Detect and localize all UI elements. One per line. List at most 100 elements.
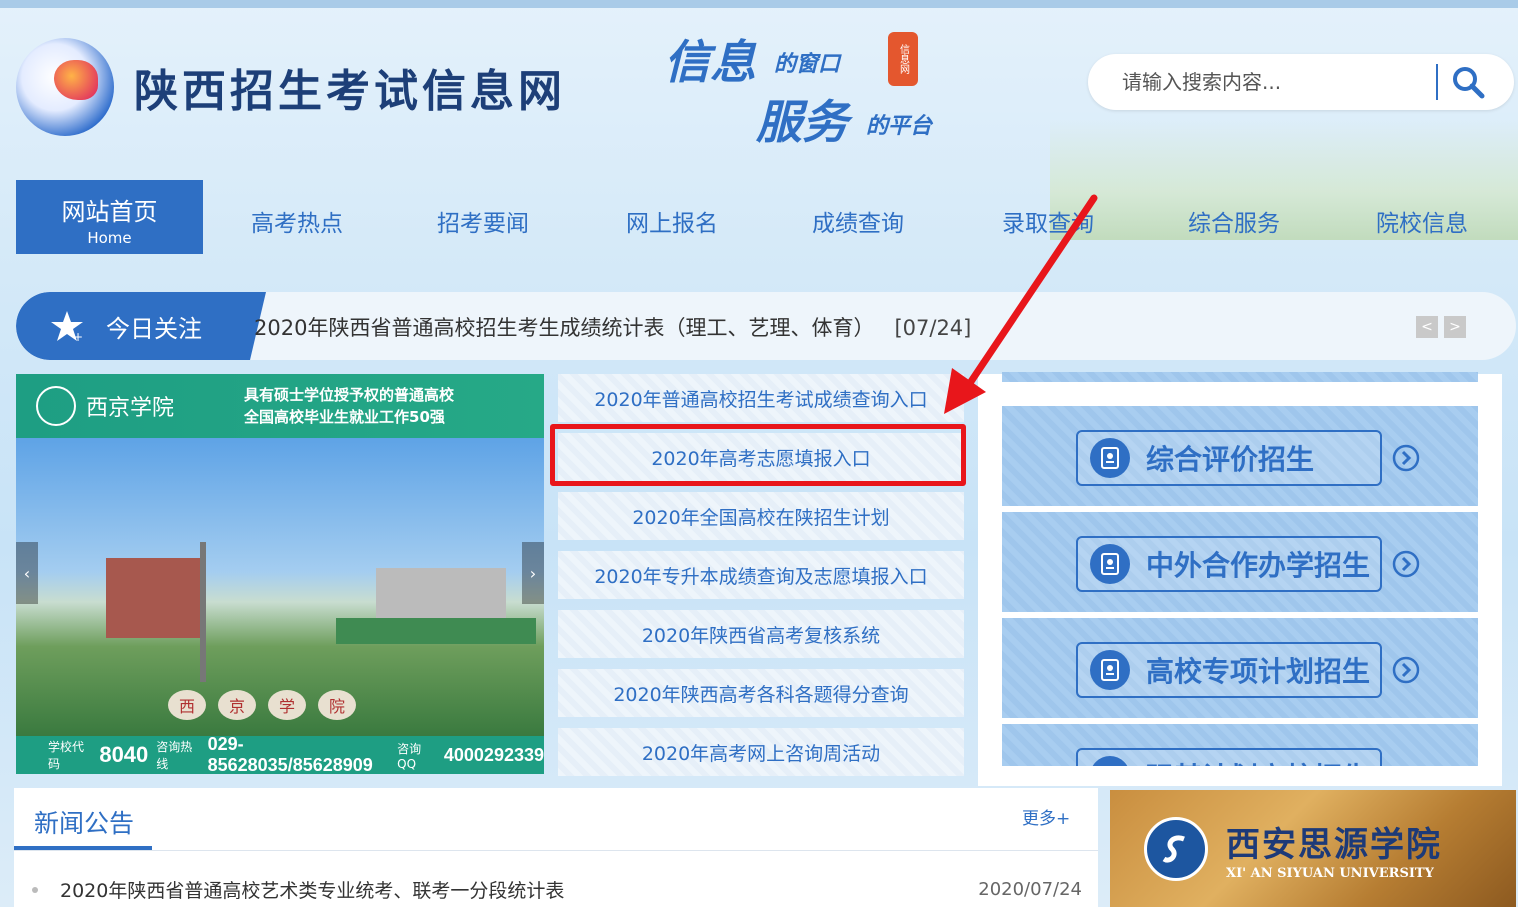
nav-item-news[interactable]: 招考要闻: [437, 204, 529, 238]
banner-qq-label: 咨询QQ: [397, 741, 422, 771]
panel-item-strong-base: 强基计划高校招生: [1002, 724, 1478, 766]
ticker-arrows: < >: [1416, 316, 1466, 338]
ticker-headline-text: 2020年陕西省普通高校招生考生成绩统计表（理工、艺理、体育）: [254, 316, 875, 340]
banner-header: 西京学院 具有硕士学位授予权的普通高校 全国高校毕业生就业工作50强: [16, 374, 544, 438]
quick-link-volunteer-entry[interactable]: 2020年高考志愿填报入口: [558, 433, 964, 481]
banner-slogan-line2: 全国高校毕业生就业工作50强: [244, 408, 445, 426]
nav-item-gaokao-hot[interactable]: 高考热点: [251, 204, 343, 238]
sign-char: 学: [268, 690, 306, 720]
panel-top-strip: [1002, 372, 1478, 382]
sino-foreign-label: 中外合作办学招生: [1146, 549, 1371, 582]
quick-link-score-query[interactable]: 2020年普通高校招生考试成绩查询入口: [558, 374, 964, 422]
panel-item-comprehensive: 综合评价招生: [1002, 406, 1478, 506]
search-button[interactable]: [1438, 54, 1498, 110]
search-box: [1088, 54, 1514, 110]
news-item[interactable]: 2020年陕西省普通高校艺术类专业统考、联考一分段统计表 2020/07/24: [32, 876, 1082, 903]
main-nav: 网站首页 Home 高考热点 招考要闻 网上报名 成绩查询 录取查询 综合服务 …: [0, 180, 1518, 254]
special-plan-label: 高校专项计划招生: [1146, 655, 1371, 688]
nav-item-scores[interactable]: 成绩查询: [812, 204, 904, 238]
star-icon: +: [51, 311, 83, 343]
ad-text: 西安思源学院 XI' AN SIYUAN UNIVERSITY: [1226, 817, 1442, 881]
nav-item-registration[interactable]: 网上报名: [626, 204, 718, 238]
ticker-next-button[interactable]: >: [1444, 316, 1466, 338]
nav-home[interactable]: 网站首页 Home: [16, 180, 203, 254]
nav-home-en: Home: [87, 229, 132, 247]
search-icon: [1453, 67, 1485, 99]
campus-building: [106, 558, 206, 638]
sign-char: 西: [168, 690, 206, 720]
nav-home-cn: 网站首页: [61, 198, 158, 226]
banner-contact-bar: 学校代码 8040 咨询热线 029-85628035/85628909 咨询Q…: [16, 734, 544, 774]
ticker-label: 今日关注: [106, 314, 202, 343]
ticker-date: [07/24]: [894, 316, 972, 340]
special-plan-button[interactable]: 高校专项计划招生: [1076, 642, 1382, 698]
sino-foreign-button[interactable]: 中外合作办学招生: [1076, 536, 1382, 592]
ad-university-name-en: XI' AN SIYUAN UNIVERSITY: [1226, 865, 1434, 881]
banner-prev-button[interactable]: ‹: [16, 542, 38, 604]
banner-hotline-value: 029-85628035/85628909: [207, 734, 373, 774]
bullet-icon: [32, 886, 38, 893]
comprehensive-eval-label: 综合评价招生: [1146, 443, 1315, 476]
document-icon: [1090, 438, 1130, 478]
slogan-big1: 信息: [664, 35, 756, 89]
site-logo[interactable]: 陕西招生考试信息网: [16, 38, 566, 136]
special-enrollment-panel: 综合评价招生 中外合作办学招生 高校专项计划招生 强基计划高校招生: [978, 372, 1502, 786]
campus-building-2: [376, 568, 506, 618]
nav-item-services[interactable]: 综合服务: [1188, 204, 1280, 238]
comprehensive-eval-button[interactable]: 综合评价招生: [1076, 430, 1382, 486]
campus-tower: [200, 542, 206, 682]
banner-code-value: 8040: [99, 742, 149, 767]
quick-link-consult-week[interactable]: 2020年高考网上咨询周活动: [558, 728, 964, 776]
sign-char: 院: [318, 690, 356, 720]
quick-link-subject-scores[interactable]: 2020年陕西高考各科各题得分查询: [558, 669, 964, 717]
siyuan-university-ad[interactable]: 西安思源学院 XI' AN SIYUAN UNIVERSITY: [1110, 790, 1516, 907]
slogan-small1: 的窗口: [774, 51, 841, 77]
banner-campus-image: 西 京 学 院: [16, 438, 544, 736]
circle-arrow-right-icon: [1392, 550, 1420, 578]
nav-item-colleges[interactable]: 院校信息: [1376, 204, 1468, 238]
banner-next-button[interactable]: ›: [522, 542, 544, 604]
panel-item-sino-foreign: 中外合作办学招生: [1002, 512, 1478, 612]
banner-school-name: 西京学院: [86, 396, 175, 421]
campus-stadium: [336, 618, 536, 644]
ticker-prev-button[interactable]: <: [1416, 316, 1438, 338]
banner-hotline-label: 咨询热线: [156, 740, 193, 771]
search-input[interactable]: [1122, 70, 1422, 94]
circle-arrow-right-icon: [1392, 656, 1420, 684]
strong-base-button[interactable]: 强基计划高校招生: [1076, 748, 1382, 766]
document-icon: [1090, 544, 1130, 584]
quick-link-enrollment-plan[interactable]: 2020年全国高校在陕招生计划: [558, 492, 964, 540]
news-item-title: 2020年陕西省普通高校艺术类专业统考、联考一分段统计表: [60, 880, 565, 902]
ticker-headline[interactable]: 2020年陕西省普通高校招生考生成绩统计表（理工、艺理、体育） [07/24]: [254, 312, 971, 342]
banner-qq-value: 4000292339: [443, 744, 544, 765]
svg-text:+: +: [73, 330, 83, 343]
quick-link-review-system[interactable]: 2020年陕西省高考复核系统: [558, 610, 964, 658]
today-focus-ticker: + 今日关注 2020年陕西省普通高校招生考生成绩统计表（理工、艺理、体育） [0…: [16, 292, 1516, 360]
quick-link-zhuanshengben[interactable]: 2020年专升本成绩查询及志愿填报入口: [558, 551, 964, 599]
news-more-link[interactable]: 更多+: [1022, 804, 1070, 829]
university-emblem-icon: [1144, 816, 1208, 881]
strong-base-label: 强基计划高校招生: [1146, 756, 1370, 766]
ticker-label-tag: + 今日关注: [16, 292, 266, 360]
banner-code-label: 学校代码: [48, 740, 85, 771]
nav-item-admission[interactable]: 录取查询: [1002, 204, 1094, 238]
header-slogan: 信息 的窗口 服务 的平台 信息网: [664, 24, 964, 149]
ad-university-name: 西安思源学院: [1226, 824, 1442, 865]
campus-sign: 西 京 学 院: [168, 690, 356, 720]
news-section-title: 新闻公告: [34, 809, 135, 838]
slogan-seal: 信息网: [888, 32, 918, 86]
logo-emblem-icon: [16, 38, 114, 136]
banner-slogan: 具有硕士学位授予权的普通高校 全国高校毕业生就业工作50强: [244, 384, 454, 428]
school-banner[interactable]: 西京学院 具有硕士学位授予权的普通高校 全国高校毕业生就业工作50强 西 京 学…: [16, 374, 544, 774]
site-title: 陕西招生考试信息网: [134, 66, 566, 117]
top-strip: [0, 0, 1518, 8]
slogan-small2: 的平台: [866, 113, 933, 139]
banner-slogan-line1: 具有硕士学位授予权的普通高校: [244, 386, 455, 404]
document-icon: [1090, 650, 1130, 690]
document-icon: [1090, 756, 1130, 766]
slogan-big2: 服务: [756, 95, 848, 149]
sign-char: 京: [218, 690, 256, 720]
news-divider: [14, 850, 1098, 851]
panel-item-special-plan: 高校专项计划招生: [1002, 618, 1478, 718]
circle-arrow-right-icon: [1392, 444, 1420, 472]
